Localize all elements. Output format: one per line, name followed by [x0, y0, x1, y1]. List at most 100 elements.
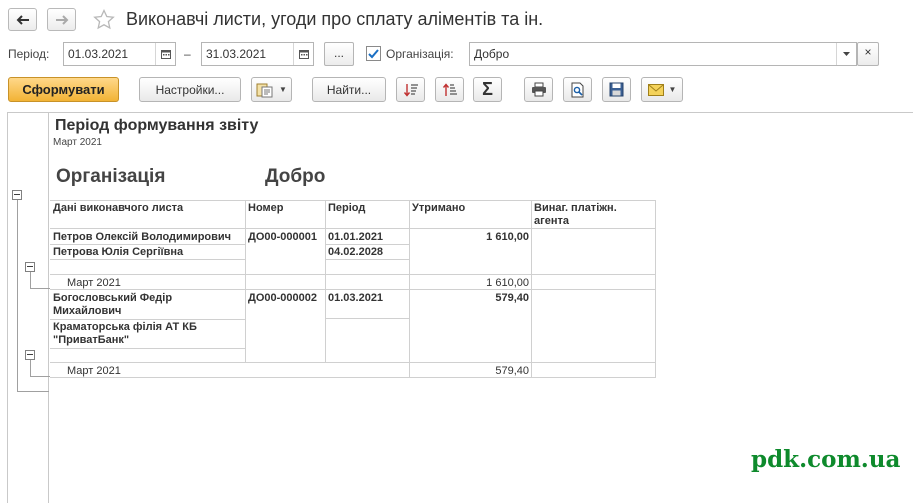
save-button[interactable] — [602, 77, 631, 102]
grid-line — [50, 362, 656, 363]
recipient-name: Петрова Юлія Сергіївна — [53, 246, 184, 258]
close-icon: × — [864, 45, 872, 59]
outline-line — [17, 391, 49, 392]
sum-button[interactable]: Σ — [473, 77, 502, 102]
arrow-right-icon — [55, 14, 68, 25]
outline-line — [30, 376, 50, 377]
printer-icon — [531, 82, 546, 97]
date-to-field[interactable]: 31.03.2021 — [201, 42, 314, 66]
grid-line — [655, 200, 656, 377]
organization-clear-button[interactable]: × — [857, 42, 879, 66]
print-button[interactable] — [524, 77, 553, 102]
sort-ascending-icon — [442, 82, 457, 96]
date-from-calendar-button[interactable] — [155, 43, 175, 65]
chevron-down-icon — [843, 52, 850, 56]
grid-line — [325, 200, 326, 362]
collapse-toggle-group-1[interactable] — [25, 262, 35, 272]
writ-number: ДО00-000002 — [248, 292, 317, 304]
grid-line — [50, 348, 245, 349]
debtor-name: Петров Олексій Володимирович — [53, 231, 232, 243]
forward-button[interactable] — [47, 8, 76, 31]
writ-number: ДО00-000001 — [248, 231, 317, 243]
organization-dropdown-button[interactable] — [836, 43, 856, 65]
outline-line — [30, 360, 31, 377]
grid-line — [50, 319, 245, 320]
subtotal-value: 1 610,00 — [486, 277, 529, 289]
grid-line — [325, 318, 409, 319]
organization-field[interactable]: Добро — [469, 42, 857, 66]
column-header-agent-fee-line2: агента — [534, 215, 569, 227]
debtor-name-line2: Михайлович — [53, 305, 122, 317]
outline-line — [30, 288, 50, 289]
outline-line — [17, 199, 18, 392]
page-title: Виконавчі листи, угоди про сплату алімен… — [126, 9, 544, 29]
period-to: 04.02.2028 — [328, 246, 384, 258]
print-preview-button[interactable] — [563, 77, 592, 102]
grid-line — [409, 200, 410, 377]
floppy-disk-icon — [609, 82, 624, 97]
withheld-amount: 579,40 — [495, 292, 529, 304]
sort-descending-button[interactable] — [396, 77, 425, 102]
date-from-field[interactable]: 01.03.2021 — [63, 42, 176, 66]
grid-line — [531, 200, 532, 377]
arrow-left-icon — [16, 14, 29, 25]
period-select-button[interactable]: ... — [324, 42, 354, 66]
date-from-value: 01.03.2021 — [68, 47, 129, 61]
calendar-icon — [160, 50, 171, 59]
sort-descending-icon — [403, 83, 418, 97]
subtotal-label: Март 2021 — [67, 365, 121, 377]
column-header-writ-data: Дані виконавчого листа — [53, 202, 184, 214]
grid-line — [50, 274, 656, 275]
report-period: Март 2021 — [53, 137, 102, 148]
organization-label: Організація: — [386, 47, 454, 61]
grid-line — [50, 244, 245, 245]
print-preview-icon — [571, 82, 583, 97]
grid-line — [325, 244, 409, 245]
subtotal-value: 579,40 — [495, 365, 529, 377]
subtotal-label: Март 2021 — [67, 277, 121, 289]
recipient-name-line2: "ПриватБанк" — [53, 334, 130, 346]
outline-line — [30, 272, 31, 289]
grid-line — [325, 259, 409, 260]
grid-line — [50, 289, 656, 290]
recipient-name: Краматорська філія АТ КБ — [53, 321, 197, 333]
report-variant-icon — [256, 83, 273, 97]
grid-line — [50, 228, 656, 229]
period-from: 01.01.2021 — [328, 231, 384, 243]
report-heading: Період формування звіту — [55, 117, 259, 134]
report-organization-label: Організація — [56, 166, 166, 187]
report-organization-value: Добро — [265, 166, 326, 187]
checkmark-icon — [368, 48, 379, 58]
collapse-toggle-organization[interactable] — [12, 190, 22, 200]
organization-value: Добро — [474, 47, 510, 61]
sum-icon: Σ — [482, 79, 493, 99]
variants-menu-button[interactable]: ▼ — [251, 77, 292, 102]
chevron-down-icon: ▼ — [668, 85, 677, 94]
period-label: Період: — [8, 47, 50, 61]
generate-button[interactable]: Сформувати — [8, 77, 119, 102]
column-header-period: Період — [328, 202, 366, 214]
collapse-toggle-group-2[interactable] — [25, 350, 35, 360]
organization-checkbox[interactable] — [366, 46, 381, 61]
back-button[interactable] — [8, 8, 37, 31]
date-to-value: 31.03.2021 — [206, 47, 267, 61]
column-header-number: Номер — [248, 202, 284, 214]
grid-line — [50, 200, 656, 201]
debtor-name: Богословський Федір — [53, 292, 173, 304]
envelope-icon — [647, 83, 664, 96]
find-button[interactable]: Найти... — [312, 77, 386, 102]
calendar-icon — [298, 50, 309, 59]
column-header-withheld: Утримано — [412, 202, 466, 214]
period-from: 01.03.2021 — [328, 292, 384, 304]
chevron-down-icon: ▼ — [279, 85, 287, 94]
send-email-button[interactable]: ▼ — [641, 77, 683, 102]
grid-line — [50, 259, 245, 260]
column-header-agent-fee: Винаг. платіжн. — [534, 202, 617, 214]
grid-line — [245, 200, 246, 362]
date-to-calendar-button[interactable] — [293, 43, 313, 65]
settings-button[interactable]: Настройки... — [139, 77, 241, 102]
favorite-star-icon[interactable] — [93, 9, 115, 30]
period-dash: – — [184, 47, 191, 61]
sort-ascending-button[interactable] — [435, 77, 464, 102]
watermark: pdk.com.ua — [751, 446, 901, 473]
